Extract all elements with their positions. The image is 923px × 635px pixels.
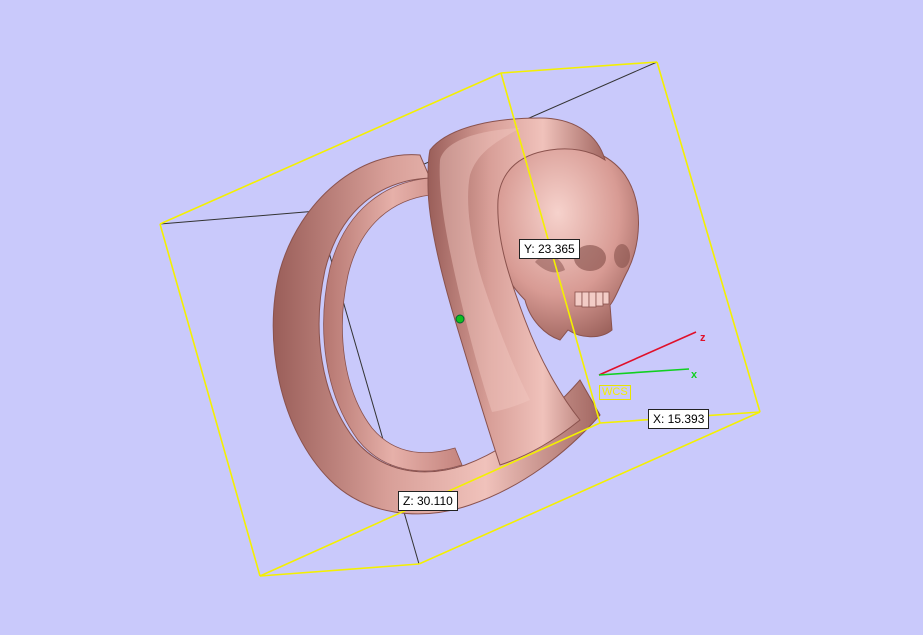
wcs-triad [598,331,697,376]
3d-viewport[interactable]: Y: 23.365 X: 15.393 Z: 30.110 WCS z x [0,0,923,635]
pivot-point[interactable] [455,314,465,324]
skull-ring-model[interactable] [272,117,639,515]
dimension-label-z: Z: 30.110 [398,491,458,511]
scene-canvas[interactable] [0,0,923,635]
dimension-label-x: X: 15.393 [648,409,710,429]
x-axis-letter: x [691,369,698,381]
z-axis-line [598,331,697,376]
z-axis-letter: z [700,332,706,344]
x-axis-line [598,368,690,376]
dimension-label-y: Y: 23.365 [519,239,580,259]
wcs-label: WCS [599,385,631,400]
